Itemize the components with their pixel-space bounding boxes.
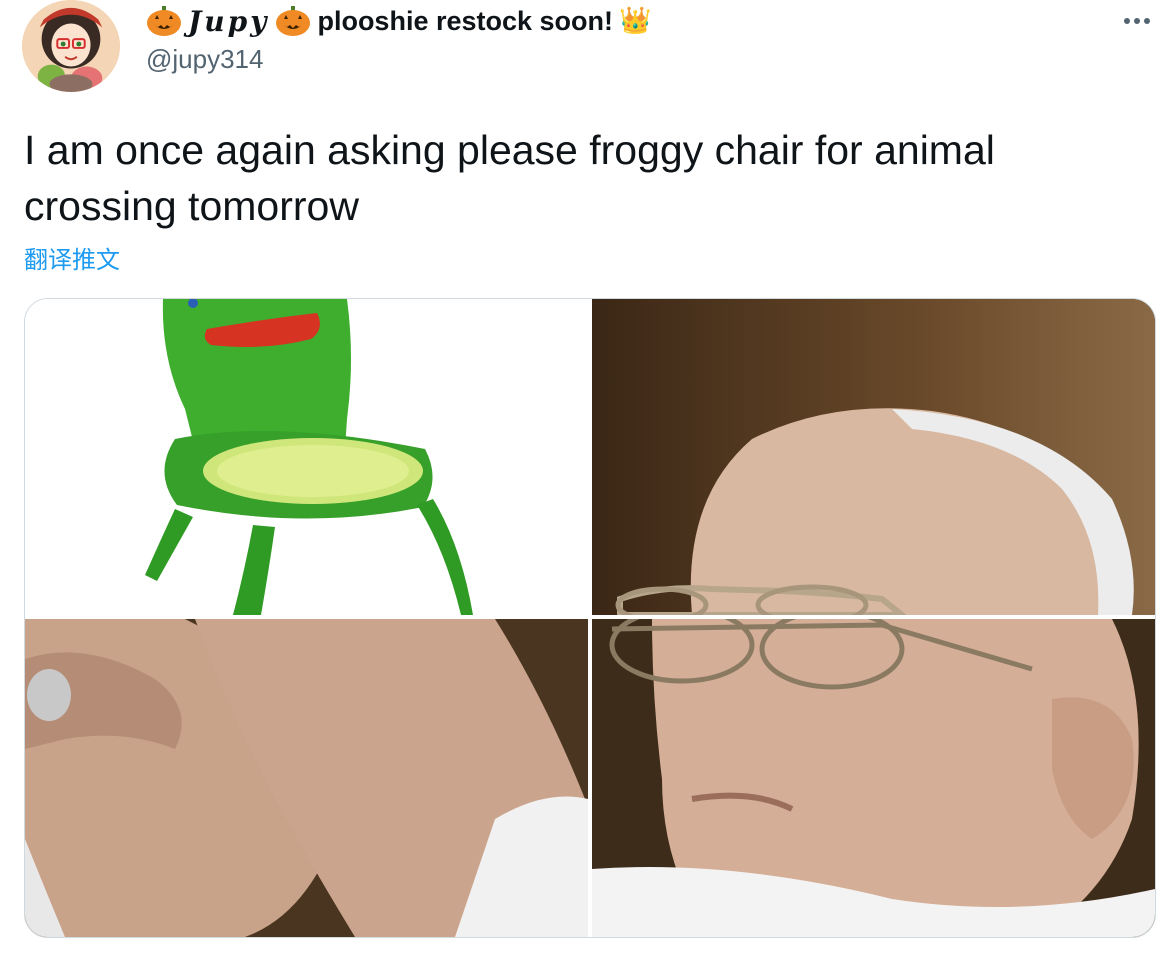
- jack-o-lantern-icon: [276, 6, 311, 36]
- author-handle[interactable]: @jupy314: [146, 44, 263, 75]
- more-dot-icon: [1144, 18, 1150, 24]
- tweet-text: I am once again asking please froggy cha…: [24, 127, 995, 229]
- media-tile-man-face-lower[interactable]: [592, 619, 1155, 937]
- media-grid: [24, 298, 1156, 938]
- media-tile-man-face-upper[interactable]: [592, 299, 1155, 615]
- man-face-upper-image: [592, 299, 1155, 615]
- avatar[interactable]: [22, 0, 120, 92]
- hands-pinched-image: [25, 619, 588, 937]
- translate-tweet-link[interactable]: 翻译推文: [24, 240, 120, 275]
- media-tile-hands-pinched[interactable]: [25, 619, 588, 937]
- more-dot-icon: [1124, 18, 1130, 24]
- jack-o-lantern-icon: [147, 6, 181, 36]
- froggy-chair-image: [25, 299, 588, 615]
- crown-icon: 👑: [619, 6, 652, 36]
- more-options-button[interactable]: [1116, 6, 1158, 36]
- man-face-lower-image: [592, 619, 1155, 937]
- author-name-suffix[interactable]: plooshie restock soon!: [317, 6, 613, 37]
- more-dot-icon: [1134, 18, 1140, 24]
- media-tile-froggy-chair[interactable]: [25, 299, 588, 615]
- avatar-illustration: [22, 0, 120, 92]
- author-name-row[interactable]: Jupy plooshie restock soon! 👑: [146, 4, 651, 38]
- author-display-name[interactable]: Jupy: [188, 5, 269, 38]
